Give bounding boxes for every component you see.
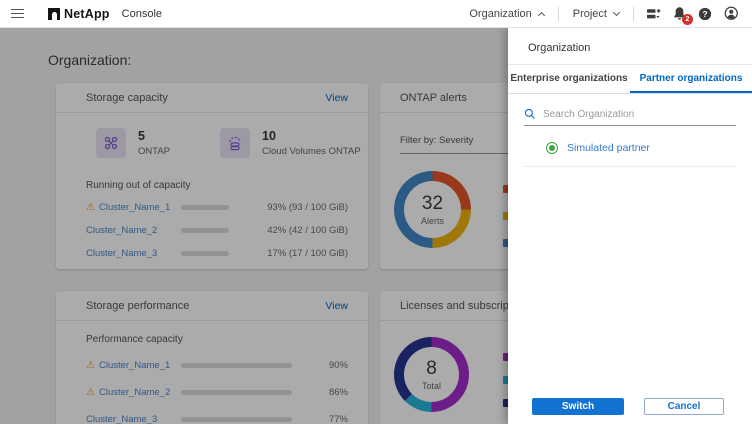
organization-selector[interactable]: Organization <box>455 0 557 27</box>
chevron-down-icon <box>613 9 620 16</box>
top-navbar: NetApp Console Organization Project <box>0 0 752 28</box>
switch-button[interactable]: Switch <box>532 398 624 415</box>
brand-name: NetApp <box>64 7 110 21</box>
workloads-add-icon <box>645 6 661 22</box>
radio-selected-icon[interactable] <box>546 142 558 154</box>
option-label: Simulated partner <box>567 142 650 154</box>
help-icon: ? <box>698 7 712 21</box>
project-selector[interactable]: Project <box>559 0 633 27</box>
account-button[interactable] <box>718 0 744 28</box>
tab-enterprise-organizations[interactable]: Enterprise organizations <box>508 65 630 93</box>
product-name: Console <box>122 8 162 20</box>
help-button[interactable]: ? <box>692 0 718 28</box>
divider <box>633 7 634 21</box>
organization-search <box>524 108 736 126</box>
search-icon <box>524 108 536 120</box>
panel-footer: Switch Cancel <box>508 388 752 424</box>
project-selector-label: Project <box>573 8 607 20</box>
organization-tabs: Enterprise organizations Partner organiz… <box>508 65 752 94</box>
cancel-button[interactable]: Cancel <box>644 398 724 415</box>
notifications-button[interactable]: 2 <box>666 0 692 28</box>
tab-partner-organizations[interactable]: Partner organizations <box>630 65 752 93</box>
partner-option-simulated-partner[interactable]: Simulated partner <box>524 142 736 167</box>
svg-text:?: ? <box>702 8 707 18</box>
account-icon <box>724 6 739 21</box>
organization-flyout-panel: Organization Enterprise organizations Pa… <box>508 28 752 424</box>
workloads-add-button[interactable] <box>640 0 666 28</box>
organization-selector-label: Organization <box>469 8 531 20</box>
brand: NetApp Console <box>48 7 162 21</box>
netapp-logo-icon <box>48 8 60 20</box>
hamburger-menu-icon[interactable] <box>2 0 32 28</box>
search-input[interactable] <box>543 109 736 120</box>
app-window: NetApp Console Organization Project <box>0 0 752 424</box>
chevron-up-icon <box>538 11 545 18</box>
topbar-right: Organization Project <box>455 0 752 27</box>
panel-title: Organization <box>508 28 752 65</box>
